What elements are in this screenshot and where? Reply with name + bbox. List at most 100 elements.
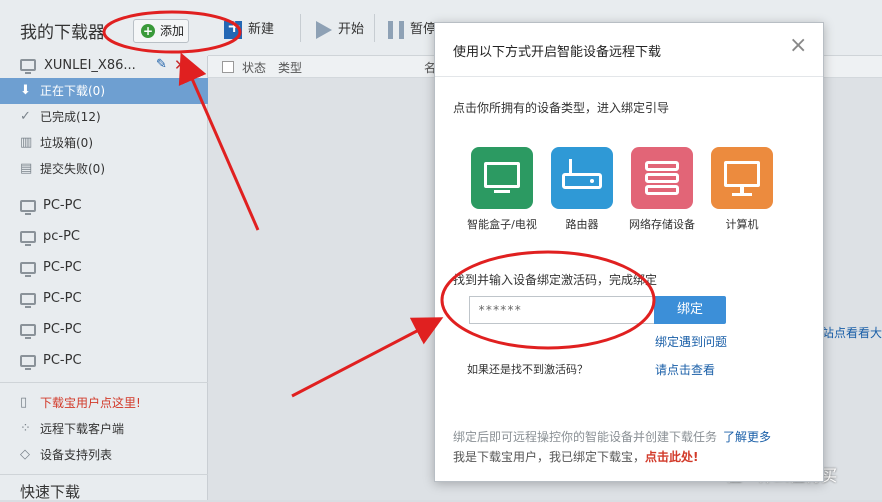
device-name: XUNLEI_X86...	[44, 58, 136, 73]
computer-label: 计算机	[725, 218, 759, 231]
quick-download-section[interactable]: 快速下载	[0, 474, 208, 501]
pc-label: PC-PC	[43, 260, 82, 275]
no-code-text: 如果还是找不到激活码？	[467, 363, 588, 376]
link-label: 远程下载客户端	[40, 422, 125, 436]
pc-label: PC-PC	[43, 291, 82, 306]
dialog-title: 使用以下方式开启智能设备远程下载	[453, 45, 662, 60]
dialog-subtitle: 点击你所拥有的设备类型，进入绑定引导	[453, 101, 670, 115]
computer-tile[interactable]	[711, 147, 773, 209]
activation-instructions: 找到并输入设备绑定激活码，完成绑定	[453, 273, 658, 287]
add-button[interactable]: + 添加	[133, 19, 189, 43]
sidebar-header: 我的下载器 + 添加	[0, 0, 208, 56]
remote-client-link[interactable]: ⁘ 远程下载客户端	[0, 416, 208, 442]
category-failed[interactable]: ▤ 提交失败(0)	[0, 156, 208, 182]
category-downloading[interactable]: ⬇ 正在下载(0)	[0, 78, 208, 104]
close-icon[interactable]: ×	[789, 35, 807, 57]
router-tile[interactable]	[551, 147, 613, 209]
edit-pencil-icon[interactable]: ✎	[156, 57, 167, 72]
pause-button[interactable]: 暂停	[388, 18, 436, 39]
click-here-link[interactable]: 点击此处!	[645, 450, 698, 464]
plus-icon: +	[141, 24, 155, 38]
pc-label: PC-PC	[43, 322, 82, 337]
remote-download-dialog: 使用以下方式开启智能设备远程下载 × 点击你所拥有的设备类型，进入绑定引导 智能…	[434, 22, 824, 482]
diamond-icon: ◇	[20, 447, 30, 462]
pause-icon	[388, 20, 404, 39]
delete-x-icon[interactable]: ✕	[174, 56, 187, 74]
computer-icon	[20, 262, 36, 277]
dialog-footer-bound: 我是下载宝用户，我已绑定下载宝，点击此处!	[453, 448, 699, 465]
category-label: 已完成(12)	[40, 110, 101, 124]
sidebar: 我的下载器 + 添加 XUNLEI_X86... ✎ ✕ ⬇ 正在下载(0) ✓…	[0, 0, 208, 501]
monitor-icon	[724, 161, 760, 187]
computer-icon	[20, 355, 36, 370]
pc-item[interactable]: PC-PC	[0, 190, 208, 221]
nas-tile[interactable]	[631, 147, 693, 209]
category-completed[interactable]: ✓ 已完成(12)	[0, 104, 208, 130]
smart-tv-tile[interactable]	[471, 147, 533, 209]
bind-problem-link[interactable]: 绑定遇到问题	[655, 333, 727, 350]
pc-item[interactable]: PC-PC	[0, 252, 208, 283]
category-label: 垃圾箱(0)	[40, 136, 93, 150]
check-icon: ✓	[20, 109, 31, 124]
new-button-label: 新建	[248, 22, 275, 37]
toolbar-separator	[374, 14, 375, 42]
category-label: 提交失败(0)	[40, 162, 105, 176]
dialog-divider	[435, 76, 823, 77]
xiazaibao-user-link[interactable]: ▯ 下载宝用户点这里!	[0, 390, 208, 416]
storage-stack-icon	[645, 173, 679, 183]
sidebar-links: ▯ 下载宝用户点这里! ⁘ 远程下载客户端 ◇ 设备支持列表	[0, 390, 208, 468]
pc-item[interactable]: PC-PC	[0, 314, 208, 345]
router-icon	[562, 173, 602, 189]
monitor-base	[732, 193, 752, 196]
download-arrow-icon: ⬇	[20, 83, 31, 98]
failed-icon: ▤	[20, 161, 33, 176]
grid-icon: ⁘	[20, 421, 31, 436]
pc-item[interactable]: PC-PC	[0, 345, 208, 376]
link-label: 下载宝用户点这里!	[40, 396, 141, 410]
computer-icon	[20, 59, 36, 74]
new-button[interactable]: 新建	[224, 17, 275, 39]
trash-icon: ▥	[20, 135, 33, 150]
computer-icon	[20, 293, 36, 308]
toolbar-separator	[300, 14, 301, 42]
pc-item[interactable]: PC-PC	[0, 283, 208, 314]
sidebar-divider	[0, 382, 208, 383]
select-all-checkbox[interactable]	[222, 61, 234, 73]
new-task-icon	[224, 17, 242, 39]
category-label: 正在下载(0)	[40, 84, 105, 98]
device-support-link[interactable]: ◇ 设备支持列表	[0, 442, 208, 468]
device-row[interactable]: XUNLEI_X86... ✎ ✕	[0, 56, 208, 78]
router-antenna	[569, 159, 572, 173]
learn-more-link[interactable]: 了解更多	[723, 430, 771, 444]
pc-label: PC-PC	[43, 353, 82, 368]
add-button-label: 添加	[160, 24, 185, 38]
column-type[interactable]: 类型	[278, 59, 302, 76]
computer-icon	[20, 324, 36, 339]
play-icon	[316, 20, 332, 39]
view-help-link[interactable]: 请点击查看	[655, 361, 715, 378]
start-button[interactable]: 开始	[316, 18, 364, 39]
pause-button-label: 暂停	[410, 22, 437, 37]
storage-stack-icon	[645, 161, 679, 171]
computer-icon	[20, 200, 36, 215]
sidebar-title: 我的下载器	[20, 23, 105, 43]
bind-button[interactable]: 绑定	[654, 296, 726, 324]
storage-stack-icon	[645, 185, 679, 195]
category-trash[interactable]: ▥ 垃圾箱(0)	[0, 130, 208, 156]
dialog-footer-info: 绑定后即可远程操控你的智能设备并创建下载任务 了解更多	[453, 428, 771, 445]
start-button-label: 开始	[338, 22, 365, 37]
pc-item[interactable]: pc-PC	[0, 221, 208, 252]
pc-list: PC-PC pc-PC PC-PC PC-PC PC-PC PC-PC	[0, 190, 208, 376]
tv-icon	[484, 162, 520, 188]
column-status[interactable]: 状态	[242, 59, 266, 76]
bound-user-text: 我是下载宝用户，我已绑定下载宝，	[453, 450, 646, 464]
document-icon: ▯	[20, 395, 28, 410]
computer-icon	[20, 231, 36, 246]
footer-info-text: 绑定后即可远程操控你的智能设备并创建下载任务	[453, 430, 718, 444]
category-list: ⬇ 正在下载(0) ✓ 已完成(12) ▥ 垃圾箱(0) ▤ 提交失败(0)	[0, 78, 208, 182]
activation-code-input[interactable]	[469, 296, 655, 324]
pc-label: PC-PC	[43, 198, 82, 213]
router-light	[590, 179, 594, 183]
site-hint-link[interactable]: 站点看看大	[822, 324, 882, 341]
tv-stand	[494, 190, 510, 193]
